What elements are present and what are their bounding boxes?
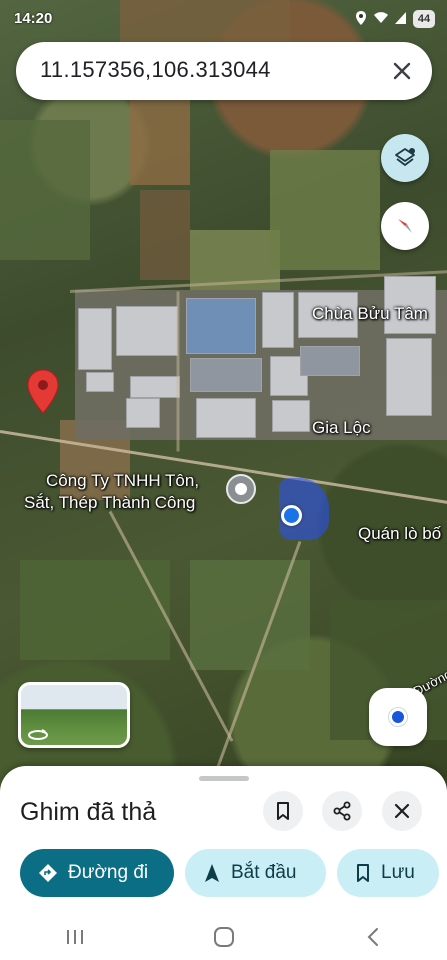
status-bar: 14:20 44 (0, 0, 447, 38)
close-sheet-button[interactable] (382, 791, 422, 831)
factory-building (186, 298, 256, 354)
directions-label: Đường đi (68, 862, 149, 883)
place-bottom-sheet[interactable]: Ghim đã thả Đường đi Bắt đầu Lưu (0, 766, 447, 960)
close-icon (394, 803, 410, 819)
my-location-icon (389, 708, 407, 726)
factory-building (78, 308, 112, 370)
compass-button[interactable] (381, 202, 429, 250)
search-bar[interactable]: 11.157356,106.313044 (16, 42, 432, 100)
back-icon (367, 928, 378, 946)
share-icon (333, 801, 351, 821)
factory-building (130, 376, 180, 398)
factory-building (126, 398, 160, 428)
place-marker-inner (235, 483, 247, 495)
close-icon (393, 62, 411, 80)
street-view-thumbnail[interactable] (18, 682, 130, 748)
status-time: 14:20 (14, 10, 53, 27)
map-label-chua-buu-tam[interactable]: Chùa Bửu Tâm (312, 303, 428, 324)
sheet-title: Ghim đã thả (20, 798, 157, 826)
factory-building (300, 346, 360, 376)
bookmark-icon (277, 802, 289, 820)
map-label-gia-loc[interactable]: Gia Lộc (312, 417, 371, 438)
dropped-pin-icon[interactable] (26, 369, 60, 415)
farm-field (190, 560, 310, 670)
factory-building (262, 292, 294, 348)
factory-building (116, 306, 178, 356)
start-label: Bắt đầu (231, 862, 297, 883)
navigation-arrow-icon (205, 864, 219, 882)
home-icon (213, 927, 234, 947)
status-icons: 44 (355, 10, 435, 28)
place-marker-icon[interactable] (226, 474, 256, 504)
sheet-drag-handle[interactable] (199, 776, 249, 781)
system-nav-bar (0, 914, 447, 960)
factory-building (190, 358, 262, 392)
action-buttons-row: Đường đi Bắt đầu Lưu (20, 849, 439, 897)
share-button[interactable] (322, 791, 362, 831)
factory-building (386, 338, 432, 416)
road (176, 291, 180, 452)
map-label-company-line1[interactable]: Công Ty TNHH Tôn, (46, 470, 199, 491)
factory-building (86, 372, 114, 392)
location-icon (355, 10, 367, 28)
save-label: Lưu (381, 862, 415, 883)
signal-icon (395, 11, 407, 27)
factory-building (196, 398, 256, 438)
farm-field (270, 150, 380, 270)
current-location-dot (281, 505, 302, 526)
home-button[interactable] (194, 919, 254, 955)
map-label-company-line2[interactable]: Sắt, Thép Thành Công (24, 492, 195, 513)
farm-field (140, 190, 190, 280)
farm-field (0, 120, 90, 260)
recent-apps-icon (66, 930, 83, 944)
factory-building (272, 400, 310, 432)
wifi-icon (373, 11, 389, 27)
back-button[interactable] (343, 919, 403, 955)
rotate-360-icon (28, 729, 48, 740)
my-location-button[interactable] (369, 688, 427, 746)
layers-icon (395, 148, 415, 166)
recent-apps-button[interactable] (45, 919, 105, 955)
farm-field (130, 100, 190, 185)
search-input[interactable]: 11.157356,106.313044 (40, 57, 271, 83)
bookmark-button[interactable] (263, 791, 303, 831)
directions-icon (39, 864, 57, 882)
bookmark-icon (357, 864, 369, 882)
compass-icon (398, 219, 412, 233)
directions-button[interactable]: Đường đi (20, 849, 174, 897)
clear-search-button[interactable] (386, 55, 418, 87)
start-button[interactable]: Bắt đầu (185, 849, 326, 897)
map-label-quan-lo[interactable]: Quán lò bố (358, 523, 441, 544)
farm-field (20, 560, 170, 660)
layers-button[interactable] (381, 134, 429, 182)
save-button[interactable]: Lưu (337, 849, 439, 897)
battery-icon: 44 (413, 10, 435, 28)
